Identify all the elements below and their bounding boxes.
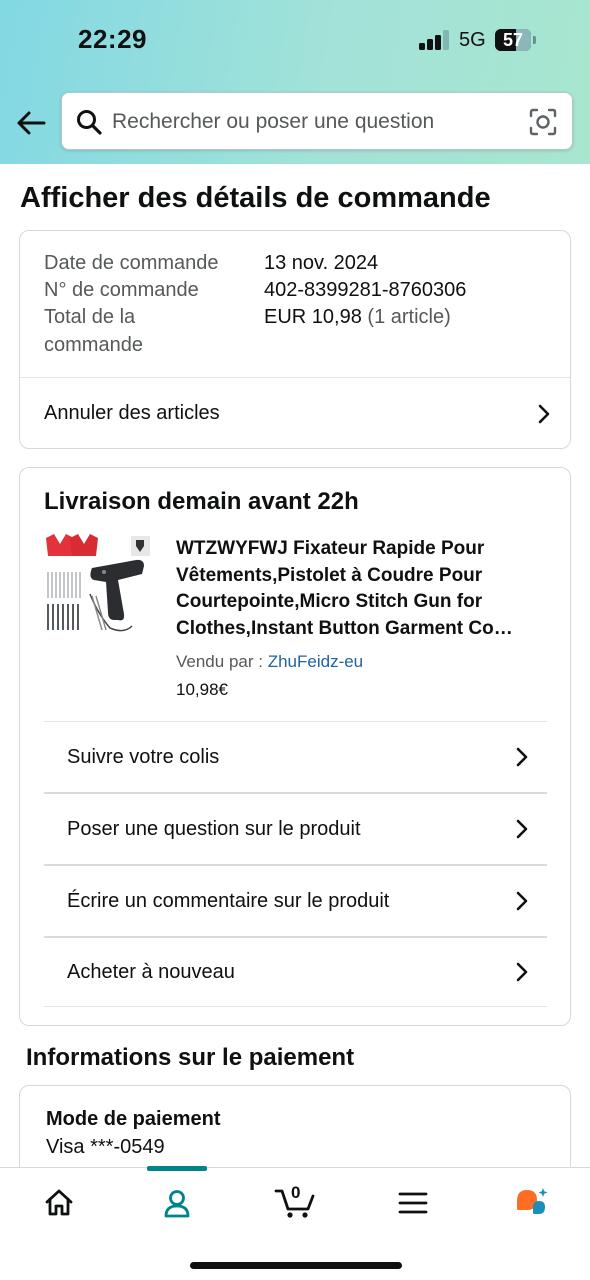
search-bar[interactable]: [61, 92, 573, 150]
top-bar: 22:29 5G 57: [0, 0, 590, 164]
buy-again-label: Acheter à nouveau: [67, 960, 235, 983]
buy-again-link[interactable]: Acheter à nouveau: [67, 938, 530, 1006]
back-arrow-icon: [17, 111, 46, 135]
product-image[interactable]: [44, 534, 152, 636]
cellular-signal-icon: [419, 30, 451, 50]
order-summary-card: Date de commande 13 nov. 2024 N° de comm…: [19, 230, 571, 449]
order-total-value: EUR 10,98 (1 article): [264, 304, 451, 332]
chevron-right-icon: [516, 819, 528, 839]
status-time: 22:29: [78, 24, 147, 54]
menu-icon: [398, 1192, 428, 1214]
cart-count-badge: 0: [291, 1183, 301, 1202]
product-price: 10,98€: [176, 680, 228, 699]
nav-cart[interactable]: [236, 1168, 354, 1238]
nav-home[interactable]: [0, 1168, 118, 1238]
account-icon: [164, 1190, 190, 1218]
order-number-value: 402-8399281-8760306: [264, 279, 467, 301]
seller-link[interactable]: ZhuFeidz-eu: [268, 652, 363, 671]
home-indicator[interactable]: [190, 1262, 402, 1269]
track-package-link[interactable]: Suivre votre colis: [67, 722, 530, 792]
order-total-label-line1: Total de la: [44, 306, 136, 328]
page-title: Afficher des détails de commande: [20, 182, 491, 214]
cancel-items-label: Annuler des articles: [44, 402, 220, 424]
order-date-value: 13 nov. 2024: [264, 252, 379, 274]
order-total-label: Total de la commande: [44, 304, 143, 359]
order-total-items: (1 article): [367, 306, 451, 328]
product-title[interactable]: WTZWYFWJ Fixateur Rapide Pour Vêtements,…: [176, 536, 546, 642]
camera-scan-icon[interactable]: [528, 107, 558, 137]
track-package-label: Suivre votre colis: [67, 745, 220, 768]
chevron-right-icon: [516, 962, 528, 982]
order-total-label-line2: commande: [44, 333, 143, 356]
seller-info: Vendu par : ZhuFeidz-eu: [176, 652, 363, 672]
payment-method-label: Mode de paiement: [46, 1108, 221, 1130]
write-review-link[interactable]: Écrire un commentaire sur le produit: [67, 866, 530, 936]
cancel-items-link[interactable]: Annuler des articles: [44, 378, 552, 449]
back-button[interactable]: [14, 106, 48, 140]
nav-menu[interactable]: [354, 1168, 472, 1238]
divider: [44, 1006, 547, 1007]
ask-product-question-label: Poser une question sur le produit: [67, 817, 361, 840]
order-total-amount: EUR 10,98: [264, 306, 362, 328]
search-icon: [77, 110, 102, 135]
rufus-assistant-icon: [517, 1188, 548, 1214]
home-icon: [45, 1189, 73, 1216]
chevron-right-icon: [516, 747, 528, 767]
battery-icon: 57: [495, 29, 531, 51]
payment-method-value: Visa ***-0549: [46, 1136, 165, 1158]
search-input[interactable]: [112, 107, 512, 137]
order-number-label: N° de commande: [44, 279, 199, 301]
chevron-right-icon: [538, 404, 550, 423]
delivery-card: Livraison demain avant 22h WTZWYFWJ Fixa…: [19, 467, 571, 1026]
payment-section-title: Informations sur le paiement: [26, 1044, 355, 1071]
order-date-label: Date de commande: [44, 252, 219, 274]
battery-nub: [533, 36, 536, 44]
ask-product-question-link[interactable]: Poser une question sur le produit: [67, 794, 530, 864]
chevron-right-icon: [516, 891, 528, 911]
battery-level: 57: [502, 30, 524, 50]
write-review-label: Écrire un commentaire sur le produit: [67, 889, 390, 912]
nav-account[interactable]: [118, 1168, 236, 1238]
seller-prefix: Vendu par :: [176, 652, 263, 671]
network-type: 5G: [459, 29, 486, 51]
delivery-title: Livraison demain avant 22h: [44, 488, 359, 515]
nav-rufus[interactable]: [472, 1168, 590, 1238]
